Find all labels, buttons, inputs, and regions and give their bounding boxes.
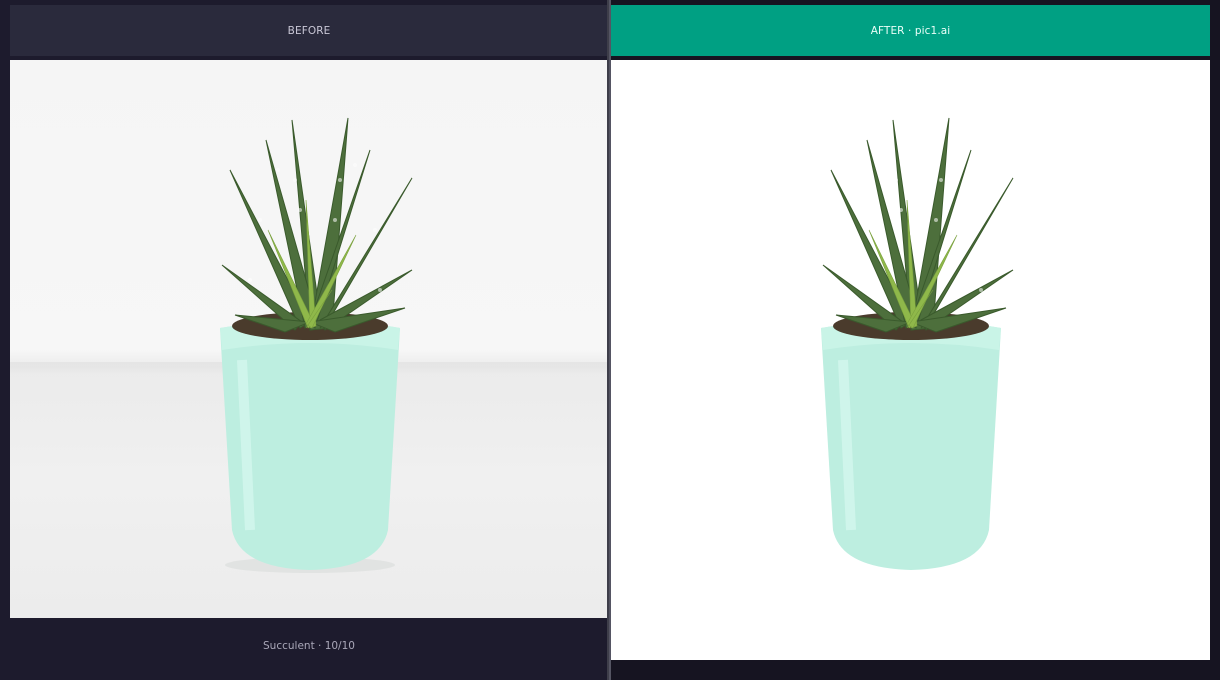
after-panel: AFTER · pic1.ai (610, 0, 1220, 680)
after-header: AFTER · pic1.ai (611, 5, 1210, 56)
succulent-plant-photo (220, 117, 413, 573)
image-caption: Succulent · 10/10 (263, 640, 355, 652)
after-image (611, 60, 1210, 660)
before-image (10, 60, 607, 618)
succulent-plant-cutout (821, 117, 1014, 570)
before-header: BEFORE (10, 5, 608, 56)
divider-shadow (607, 0, 609, 680)
before-header-label: BEFORE (287, 24, 331, 37)
after-header-label: AFTER · pic1.ai (870, 24, 951, 37)
comparison-divider-handle[interactable] (607, 0, 611, 680)
before-panel: BEFORE Succulent · 10/10 (0, 0, 610, 680)
